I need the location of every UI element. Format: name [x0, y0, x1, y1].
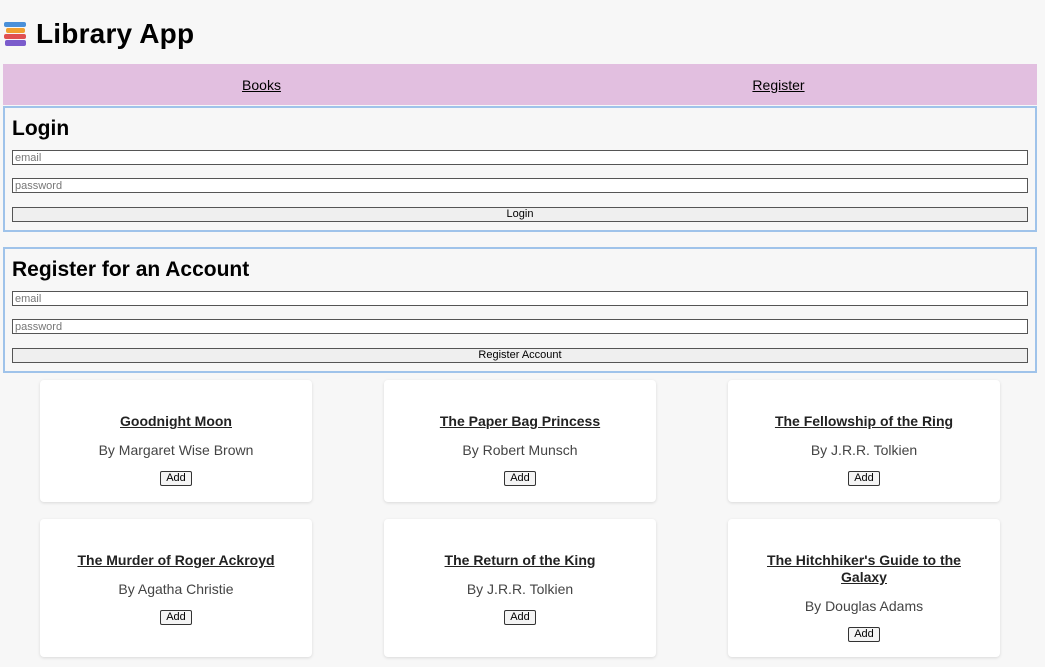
nav-item-register: Register: [520, 64, 1037, 105]
add-book-button[interactable]: Add: [160, 610, 192, 625]
login-email-input[interactable]: [12, 150, 1028, 165]
app-title: Library App: [36, 18, 195, 49]
book-author: By J.R.R. Tolkien: [466, 581, 574, 597]
book-author: By Margaret Wise Brown: [98, 442, 254, 458]
books-stack-icon: [3, 20, 27, 48]
book-card: The Murder of Roger Ackroyd By Agatha Ch…: [40, 519, 312, 657]
add-book-button[interactable]: Add: [848, 627, 880, 642]
add-book-button[interactable]: Add: [504, 610, 536, 625]
app-header: Library App: [3, 14, 194, 54]
book-title-link[interactable]: Goodnight Moon: [58, 413, 294, 430]
register-email-input[interactable]: [12, 291, 1028, 306]
book-card: The Paper Bag Princess By Robert Munsch …: [384, 380, 656, 502]
login-button[interactable]: Login: [12, 207, 1028, 222]
register-account-button[interactable]: Register Account: [12, 348, 1028, 363]
book-title-link[interactable]: The Return of the King: [402, 552, 638, 569]
register-form: Register for an Account Register Account: [3, 247, 1037, 373]
book-author: By Agatha Christie: [118, 581, 234, 597]
book-card: The Return of the King By J.R.R. Tolkien…: [384, 519, 656, 657]
add-book-button[interactable]: Add: [504, 471, 536, 486]
add-book-button[interactable]: Add: [848, 471, 880, 486]
book-card: Goodnight Moon By Margaret Wise Brown Ad…: [40, 380, 312, 502]
login-heading: Login: [12, 117, 70, 140]
book-title-link[interactable]: The Murder of Roger Ackroyd: [58, 552, 294, 569]
nav-link-books[interactable]: Books: [242, 77, 281, 93]
book-title-link[interactable]: The Hitchhiker's Guide to the Galaxy: [746, 552, 982, 586]
nav-item-books: Books: [3, 64, 520, 105]
login-password-input[interactable]: [12, 178, 1028, 193]
book-card: The Hitchhiker's Guide to the Galaxy By …: [728, 519, 1000, 657]
book-author: By Douglas Adams: [804, 598, 924, 614]
register-password-input[interactable]: [12, 319, 1028, 334]
book-author: By Robert Munsch: [462, 442, 578, 458]
book-author: By J.R.R. Tolkien: [810, 442, 918, 458]
book-title-link[interactable]: The Fellowship of the Ring: [746, 413, 982, 430]
book-title-link[interactable]: The Paper Bag Princess: [402, 413, 638, 430]
book-card: The Fellowship of the Ring By J.R.R. Tol…: [728, 380, 1000, 502]
nav-link-register[interactable]: Register: [752, 77, 804, 93]
login-form: Login Login: [3, 106, 1037, 232]
register-heading: Register for an Account: [12, 258, 250, 281]
add-book-button[interactable]: Add: [160, 471, 192, 486]
main-nav: Books Register: [3, 64, 1037, 105]
